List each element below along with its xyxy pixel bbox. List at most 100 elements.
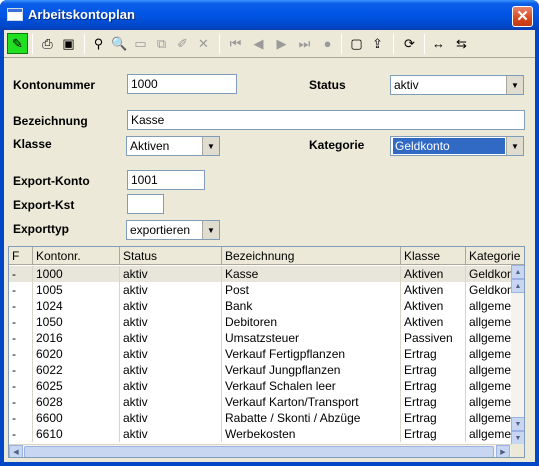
chevron-down-icon[interactable]: ▼ (202, 137, 219, 155)
window-icon[interactable]: ▢ (346, 33, 367, 54)
cell-bezeichnung: Bank (225, 299, 253, 313)
fit-columns-icon[interactable]: ⇆ (451, 33, 472, 54)
table-row[interactable]: -2016 aktiv Umsatzsteuer Passiven allgemein (9, 330, 520, 346)
klasse-select[interactable]: Aktiven ▼ (126, 136, 220, 156)
search-key-icon[interactable]: 🔍 (109, 33, 130, 54)
cell-status: aktiv (123, 395, 148, 409)
previous-record-icon[interactable]: ◀ (248, 33, 269, 54)
table-row[interactable]: -1000 aktiv Kasse Aktiven Geldkonto (9, 266, 524, 282)
column-divider (400, 362, 401, 378)
status-select[interactable]: aktiv ▼ (390, 75, 524, 95)
table-row[interactable]: - 6028 aktiv Verkauf Karton/Transport Ertrag… (9, 394, 520, 410)
column-divider (119, 378, 120, 394)
scroll-down-icon[interactable]: ▼ (511, 417, 524, 431)
column-divider (32, 394, 33, 410)
column-divider (400, 410, 401, 426)
cell-klasse: Ertrag (404, 411, 437, 425)
table-row[interactable]: -6025 aktiv Verkauf Schalen leer Ertrag allg… (9, 378, 520, 394)
save-icon[interactable]: ▣ (58, 33, 79, 54)
column-header-f[interactable]: F (9, 247, 33, 265)
column-header-status[interactable]: Status (120, 247, 222, 265)
title-bar[interactable]: Arbeitskontoplan ✕ (0, 0, 539, 30)
cell-f: - (12, 347, 16, 361)
print-icon[interactable]: ⎙ (37, 33, 58, 54)
brush-icon[interactable]: ✐ (172, 33, 193, 54)
table-row[interactable]: -1024 aktiv Bank Aktiven allgemein (9, 298, 520, 314)
chevron-down-icon[interactable]: ▼ (506, 137, 523, 155)
column-divider (221, 378, 222, 394)
column-header-bezeichnung[interactable]: Bezeichnung (222, 247, 401, 265)
cell-f: - (12, 283, 16, 297)
column-divider (119, 266, 120, 282)
copy-document-icon[interactable]: ⧉ (151, 33, 172, 54)
close-button[interactable]: ✕ (512, 6, 533, 27)
cell-f: - (12, 411, 16, 425)
accounts-table[interactable]: F Kontonr. Status Bezeichnung Klasse Kat… (8, 246, 525, 458)
horizontal-scroll-thumb[interactable] (24, 446, 494, 457)
column-divider (221, 266, 222, 282)
next-record-icon[interactable]: ▶ (271, 33, 292, 54)
column-header-klasse[interactable]: Klasse (401, 247, 466, 265)
column-divider (400, 346, 401, 362)
table-row[interactable]: -6610 aktiv Werbekosten Ertrag allgemein (9, 426, 520, 442)
table-row[interactable]: -1050 aktiv Debitoren Aktiven allgemein (9, 314, 520, 330)
reload-icon[interactable]: ● (317, 33, 338, 54)
column-divider (465, 266, 466, 282)
find-binoculars-icon[interactable]: ⚲ (88, 33, 109, 54)
cell-f: - (12, 427, 16, 441)
column-divider (400, 314, 401, 330)
cell-klasse: Ertrag (404, 347, 437, 361)
cell-klasse: Aktiven (404, 267, 444, 281)
column-divider (32, 346, 33, 362)
scroll-top-icon[interactable]: ▲ (511, 265, 524, 279)
kategorie-select[interactable]: Geldkonto ▼ (390, 136, 524, 156)
window-app-icon (7, 8, 23, 21)
scroll-up-icon[interactable]: ▲ (511, 279, 524, 293)
chevron-down-icon[interactable]: ▼ (506, 76, 523, 94)
exporttyp-select[interactable]: exportieren ▼ (126, 220, 220, 240)
edit-pencil-icon[interactable]: ✎ (7, 33, 28, 54)
column-divider (221, 346, 222, 362)
scroll-left-icon[interactable]: ◀ (9, 445, 23, 457)
column-divider (32, 426, 33, 442)
new-document-icon[interactable]: ▭ (130, 33, 151, 54)
column-divider (400, 266, 401, 282)
kontonummer-input[interactable]: 1000 (127, 74, 237, 94)
table-row[interactable]: -6022 aktiv Verkauf Jungpflanzen Ertrag allg… (9, 362, 520, 378)
first-record-icon[interactable]: ⏮ (225, 33, 246, 54)
column-divider (119, 314, 120, 330)
cell-f: - (12, 379, 16, 393)
column-divider (32, 410, 33, 426)
cell-status: aktiv (123, 427, 148, 441)
export-kst-label: Export-Kst (13, 198, 75, 212)
column-divider (32, 298, 33, 314)
cell-bezeichnung: Verkauf Karton/Transport (225, 395, 359, 409)
cell-status: aktiv (123, 315, 148, 329)
table-row[interactable]: - 6600 aktiv Rabatte / Skonti / Abzüge Ertra… (9, 410, 520, 426)
refresh-icon[interactable]: ⟳ (399, 33, 420, 54)
expand-columns-icon[interactable]: ↔ (428, 33, 449, 54)
export-icon[interactable]: ⇪ (367, 33, 388, 54)
table-row[interactable]: -1005 aktiv Post Aktiven Geldkonto (9, 282, 524, 298)
vertical-scrollbar[interactable]: ▲ ▲ ▼ ▼ (511, 265, 524, 445)
scroll-corner (511, 444, 524, 457)
column-header-kategorie[interactable]: Kategorie (466, 247, 524, 265)
column-divider (465, 330, 466, 346)
export-konto-input[interactable]: 1001 (127, 170, 205, 190)
delete-icon[interactable]: ✕ (193, 33, 214, 54)
window-frame-bottom (0, 462, 539, 466)
last-record-icon[interactable]: ⏭ (294, 33, 315, 54)
table-row[interactable]: -6020 aktiv Verkauf Fertigpflanzen Ertrag al… (9, 346, 520, 362)
export-kst-input[interactable] (127, 194, 164, 214)
column-divider (400, 426, 401, 442)
scroll-right-icon[interactable]: ▶ (496, 445, 510, 457)
column-divider (400, 282, 401, 298)
column-header-kontonr[interactable]: Kontonr. (33, 247, 120, 265)
cell-f: - (12, 395, 16, 409)
chevron-down-icon[interactable]: ▼ (202, 221, 219, 239)
scroll-bottom-icon[interactable]: ▼ (511, 431, 524, 445)
column-divider (119, 298, 120, 314)
horizontal-scrollbar[interactable]: ◀ ▶ (9, 444, 511, 457)
window-frame-right (535, 30, 539, 466)
bezeichnung-input[interactable]: Kasse (127, 110, 525, 130)
